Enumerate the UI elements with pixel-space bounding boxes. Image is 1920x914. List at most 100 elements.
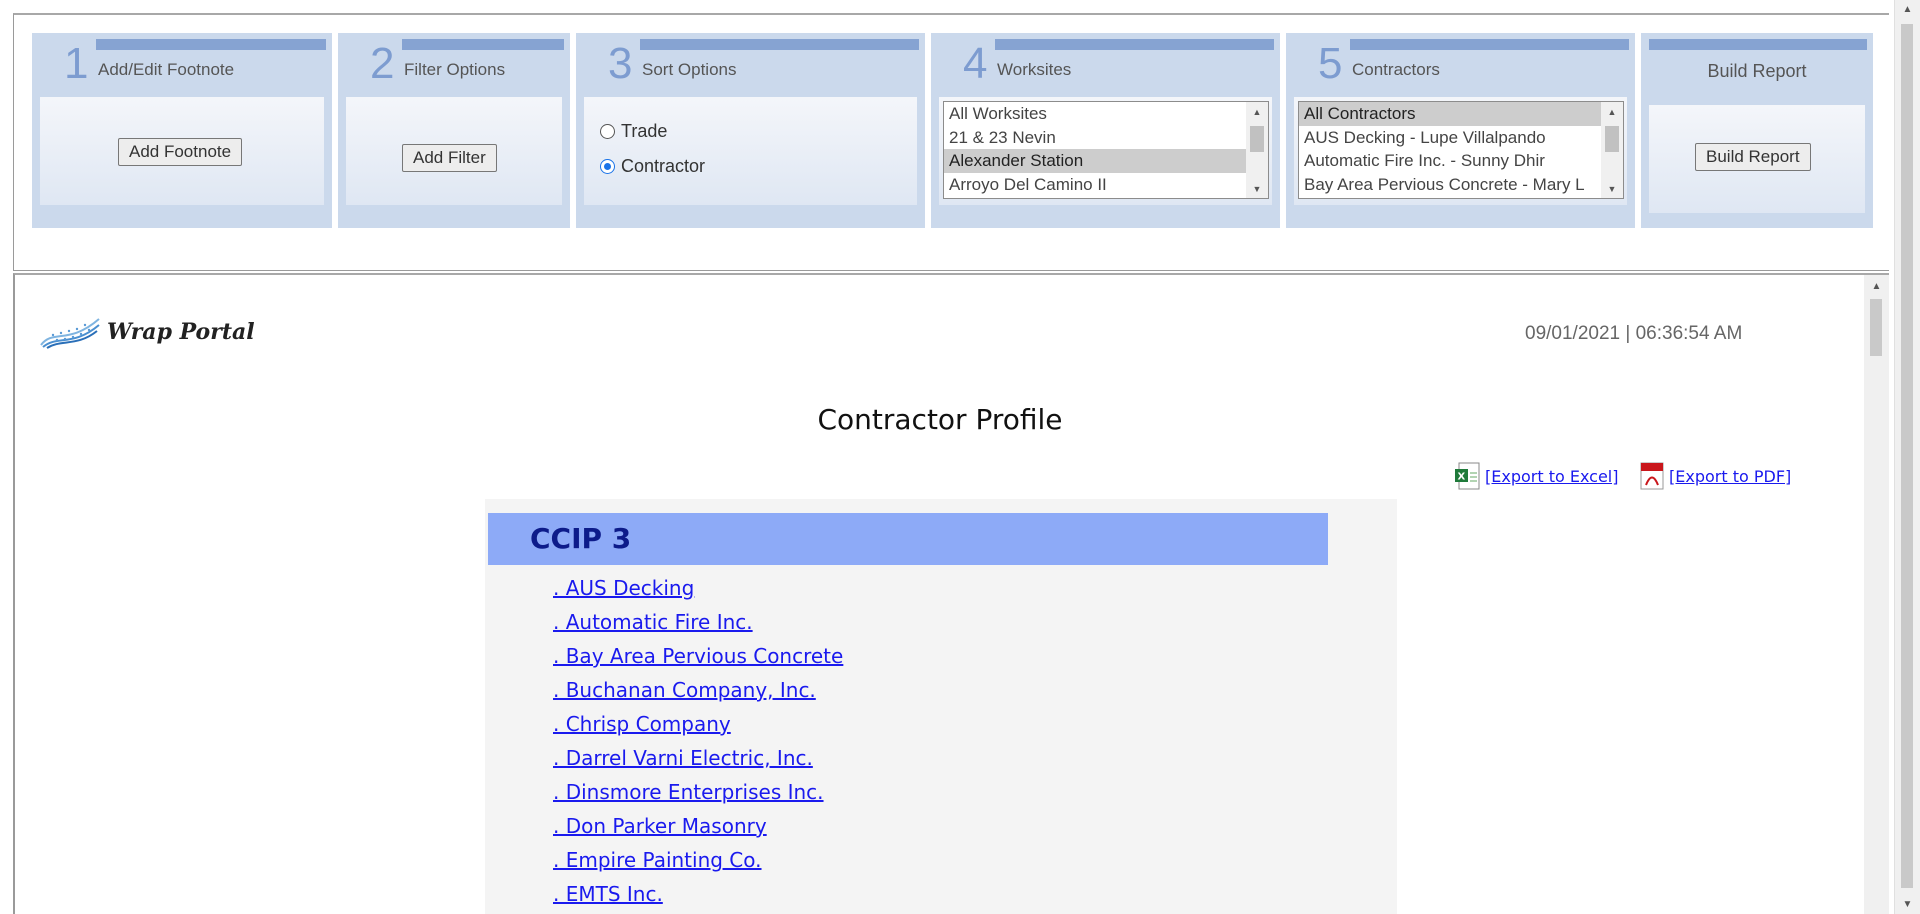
scroll-thumb[interactable] [1250,126,1264,152]
contractor-link[interactable]: . Dinsmore Enterprises Inc. [553,780,824,804]
list-item: . EMTS Inc. [553,877,843,911]
panel-title: Worksites [997,60,1072,79]
scroll-thumb[interactable] [1870,299,1882,356]
panel-accent-bar [1350,39,1629,50]
sort-trade-option[interactable]: Trade [600,121,667,142]
sort-contractor-option[interactable]: Contractor [600,156,705,177]
scroll-thumb[interactable] [1901,24,1913,888]
panel-title: Sort Options [642,60,737,79]
contractors-listbox[interactable]: All Contractors AUS Decking - Lupe Villa… [1298,101,1624,199]
list-item: . Empire Painting Co. [553,843,843,877]
group-title: CCIP 3 [530,522,632,555]
export-excel-text[interactable]: [Export to Excel] [1485,467,1618,486]
add-filter-button[interactable]: Add Filter [402,144,497,172]
build-report-button[interactable]: Build Report [1695,143,1811,171]
panel-build-report: Build Report Build Report [1641,33,1873,228]
worksite-option[interactable]: All Worksites [944,102,1268,126]
contractor-option[interactable]: Bay Area Pervious Concrete - Mary L [1299,173,1623,197]
scroll-down-icon[interactable]: ▼ [1895,899,1920,910]
report-content: CCIP 3 . AUS Decking . Automatic Fire In… [485,499,1397,914]
panel-title: Filter Options [404,60,506,79]
panel-body: Build Report [1649,105,1865,213]
worksite-option-selected[interactable]: Alexander Station [944,149,1268,173]
contractor-link[interactable]: . Don Parker Masonry [553,814,767,838]
contractor-link[interactable]: . Darrel Varni Electric, Inc. [553,746,813,770]
list-item: . Darrel Varni Electric, Inc. [553,741,843,775]
contractor-label: Contractor [621,156,706,176]
panel-worksites: 4 Worksites All Worksites 21 & 23 Nevin … [931,33,1280,228]
panel-body: Add Footnote [40,97,324,205]
group-header: CCIP 3 [488,513,1328,565]
trade-radio[interactable] [600,124,615,139]
panel-footnote: 1 Add/Edit Footnote Add Footnote [32,33,332,228]
panel-accent-bar [1649,39,1867,50]
contractor-radio[interactable] [600,159,615,174]
step-number: 3 [608,39,633,88]
panel-body: All Contractors AUS Decking - Lupe Villa… [1294,97,1627,205]
contractor-option[interactable]: Automatic Fire Inc. - Sunny Dhir [1299,149,1623,173]
scroll-down-icon[interactable]: ▼ [1601,184,1623,194]
report-frame: ▲ Wrap Portal 09/01/2021 | 06:36:54 AM C… [13,273,1889,914]
export-pdf-text[interactable]: [Export to PDF] [1669,467,1791,486]
page-scrollbar[interactable]: ▲ ▼ [1894,0,1920,914]
panel-accent-bar [640,39,919,50]
list-item: . Bay Area Pervious Concrete [553,639,843,673]
panel-contractors: 5 Contractors All Contractors AUS Deckin… [1286,33,1635,228]
worksite-option[interactable]: 21 & 23 Nevin [944,126,1268,150]
contractor-link[interactable]: . EMTS Inc. [553,882,663,906]
scroll-down-icon[interactable]: ▼ [1246,184,1268,194]
export-pdf-link[interactable]: [Export to PDF] [1637,461,1791,491]
contractor-link[interactable]: . AUS Decking [553,576,694,600]
list-item: . Automatic Fire Inc. [553,605,843,639]
list-item: . Chrisp Company [553,707,843,741]
contractor-link[interactable]: . Bay Area Pervious Concrete [553,644,843,668]
report-scrollbar[interactable]: ▲ [1864,275,1889,914]
step-number: 4 [963,39,988,88]
report-builder-frame: 1 Add/Edit Footnote Add Footnote 2 Filte… [13,13,1889,271]
scroll-up-icon[interactable]: ▲ [1601,107,1623,117]
step-number: 2 [370,39,395,88]
panel-body: Trade Contractor [584,97,917,205]
excel-icon: X [1455,462,1480,490]
step-number: 1 [64,39,89,88]
trade-label: Trade [621,121,668,141]
pdf-icon [1640,462,1664,490]
panel-sort: 3 Sort Options Trade Contractor [576,33,925,228]
contractor-option[interactable]: AUS Decking - Lupe Villalpando [1299,126,1623,150]
panel-title: Build Report [1707,61,1807,81]
contractor-option-selected[interactable]: All Contractors [1299,102,1623,126]
scroll-thumb[interactable] [1605,126,1619,152]
add-footnote-button[interactable]: Add Footnote [118,138,243,166]
scroll-up-icon[interactable]: ▲ [1246,107,1268,117]
wave-logo-icon [40,318,100,349]
list-item: . Dinsmore Enterprises Inc. [553,775,843,809]
scroll-up-icon[interactable]: ▲ [1864,281,1889,292]
panel-title: Add/Edit Footnote [98,60,235,79]
panel-accent-bar [402,39,564,50]
panel-title: Contractors [1352,60,1440,79]
panel-body: All Worksites 21 & 23 Nevin Alexander St… [939,97,1272,205]
contractor-link[interactable]: . Buchanan Company, Inc. [553,678,816,702]
worksites-listbox[interactable]: All Worksites 21 & 23 Nevin Alexander St… [943,101,1269,199]
list-item: . AUS Decking [553,571,843,605]
step-number: 5 [1318,39,1343,88]
logo-text: Wrap Portal [107,319,255,345]
worksite-option[interactable]: Arroyo Del Camino II [944,173,1268,197]
contractor-link[interactable]: . Chrisp Company [553,712,731,736]
list-item: . Buchanan Company, Inc. [553,673,843,707]
contractor-list: . AUS Decking . Automatic Fire Inc. . Ba… [553,571,843,911]
panel-accent-bar [995,39,1274,50]
listbox-scrollbar[interactable]: ▲ ▼ [1601,102,1623,198]
panel-body: Add Filter [346,97,562,205]
svg-text:X: X [1458,472,1466,483]
report-title: Contractor Profile [817,403,1063,436]
panel-accent-bar [96,39,326,50]
export-excel-link[interactable]: X [Export to Excel] [1453,461,1618,491]
wrap-portal-logo: Wrap Portal [39,315,255,349]
scroll-up-icon[interactable]: ▲ [1895,4,1920,15]
contractor-link[interactable]: . Empire Painting Co. [553,848,762,872]
listbox-scrollbar[interactable]: ▲ ▼ [1246,102,1268,198]
panel-filter: 2 Filter Options Add Filter [338,33,570,228]
report-timestamp: 09/01/2021 | 06:36:54 AM [1525,323,1743,344]
contractor-link[interactable]: . Automatic Fire Inc. [553,610,753,634]
